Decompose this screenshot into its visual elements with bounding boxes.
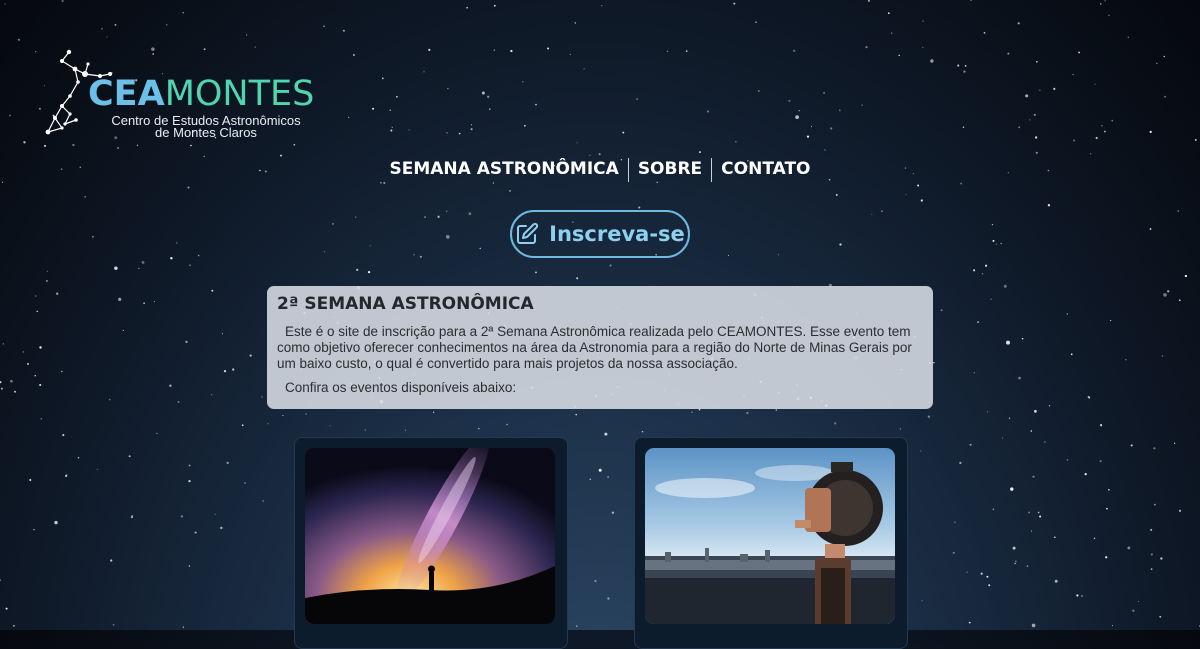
logo-subtitle-line-2: de Montes Claros: [155, 125, 257, 140]
signup-button-label: Inscreva-se: [549, 222, 685, 246]
edit-icon: [517, 222, 539, 244]
event-card-telescope[interactable]: [634, 437, 908, 649]
signup-button[interactable]: Inscreva-se: [510, 210, 690, 258]
logo-primary: CEA: [88, 74, 165, 114]
nav-link-contato[interactable]: CONTATO: [712, 156, 819, 182]
main-nav: SEMANA ASTRONÔMICA SOBRE CONTATO: [0, 156, 1200, 182]
logo-secondary: MONTES: [164, 74, 315, 114]
nav-link-sobre[interactable]: SOBRE: [629, 156, 711, 182]
intro-paragraph: Este é o site de inscrição para a 2ª Sem…: [277, 324, 912, 371]
logo-subtitle: Centro de Estudos Astronômicos de Montes…: [106, 114, 306, 140]
intro-title: 2ª SEMANA ASTRONÔMICA: [277, 294, 534, 314]
ceamontes-logo[interactable]: CEAMONTES Centro de Estudos Astronômicos…: [40, 44, 330, 144]
telescope-image: [645, 448, 895, 624]
milky-way-image: [305, 448, 555, 624]
intro-note: Confira os eventos disponíveis abaixo:: [285, 380, 517, 395]
intro-card: 2ª SEMANA ASTRONÔMICA Este é o site de i…: [267, 286, 933, 409]
event-card-milky-way[interactable]: [294, 437, 568, 649]
nav-link-semana-astronomica[interactable]: SEMANA ASTRONÔMICA: [380, 156, 627, 182]
logo-wordmark: CEAMONTES: [88, 74, 314, 114]
